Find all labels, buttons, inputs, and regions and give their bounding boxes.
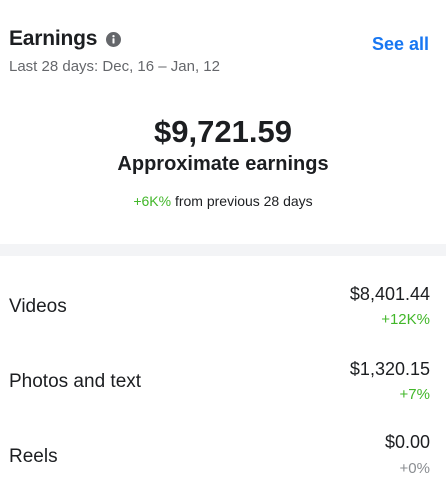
earnings-change-value: +6K%	[133, 193, 172, 209]
earnings-change: +6K% from previous 28 days	[0, 193, 446, 209]
total-earnings-amount: $9,721.59	[154, 114, 292, 149]
title-row: Earnings	[9, 27, 122, 51]
breakdown-label: Reels	[9, 446, 58, 467]
breakdown-label: Photos and text	[9, 371, 142, 392]
breakdown-amount: $8,401.44	[349, 284, 430, 304]
breakdown-row-videos: Videos $8,401.44 +12K%	[0, 280, 446, 340]
breakdown-amount: $1,320.15	[349, 359, 430, 379]
earnings-change-text: from previous 28 days	[174, 193, 313, 209]
breakdown-change: +0%	[399, 460, 430, 477]
breakdown-label: Videos	[9, 296, 67, 317]
breakdown-change: +7%	[399, 386, 430, 403]
breakdown-amount: $0.00	[384, 432, 430, 452]
breakdown-row-reels: Reels $0.00 +0%	[0, 430, 446, 490]
date-range: Last 28 days: Dec, 16 – Jan, 12	[9, 58, 220, 75]
earnings-card: Earnings Last 28 days: Dec, 16 – Jan, 12…	[0, 0, 446, 244]
breakdown-row-photos-and-text: Photos and text $1,320.15 +7%	[0, 355, 446, 415]
section-divider	[0, 244, 446, 256]
info-icon[interactable]	[106, 31, 122, 47]
breakdown-change: +12K%	[381, 311, 430, 328]
approximate-earnings-label: Approximate earnings	[117, 153, 329, 175]
see-all-link[interactable]: See all	[372, 34, 429, 55]
earnings-title: Earnings	[9, 27, 98, 50]
